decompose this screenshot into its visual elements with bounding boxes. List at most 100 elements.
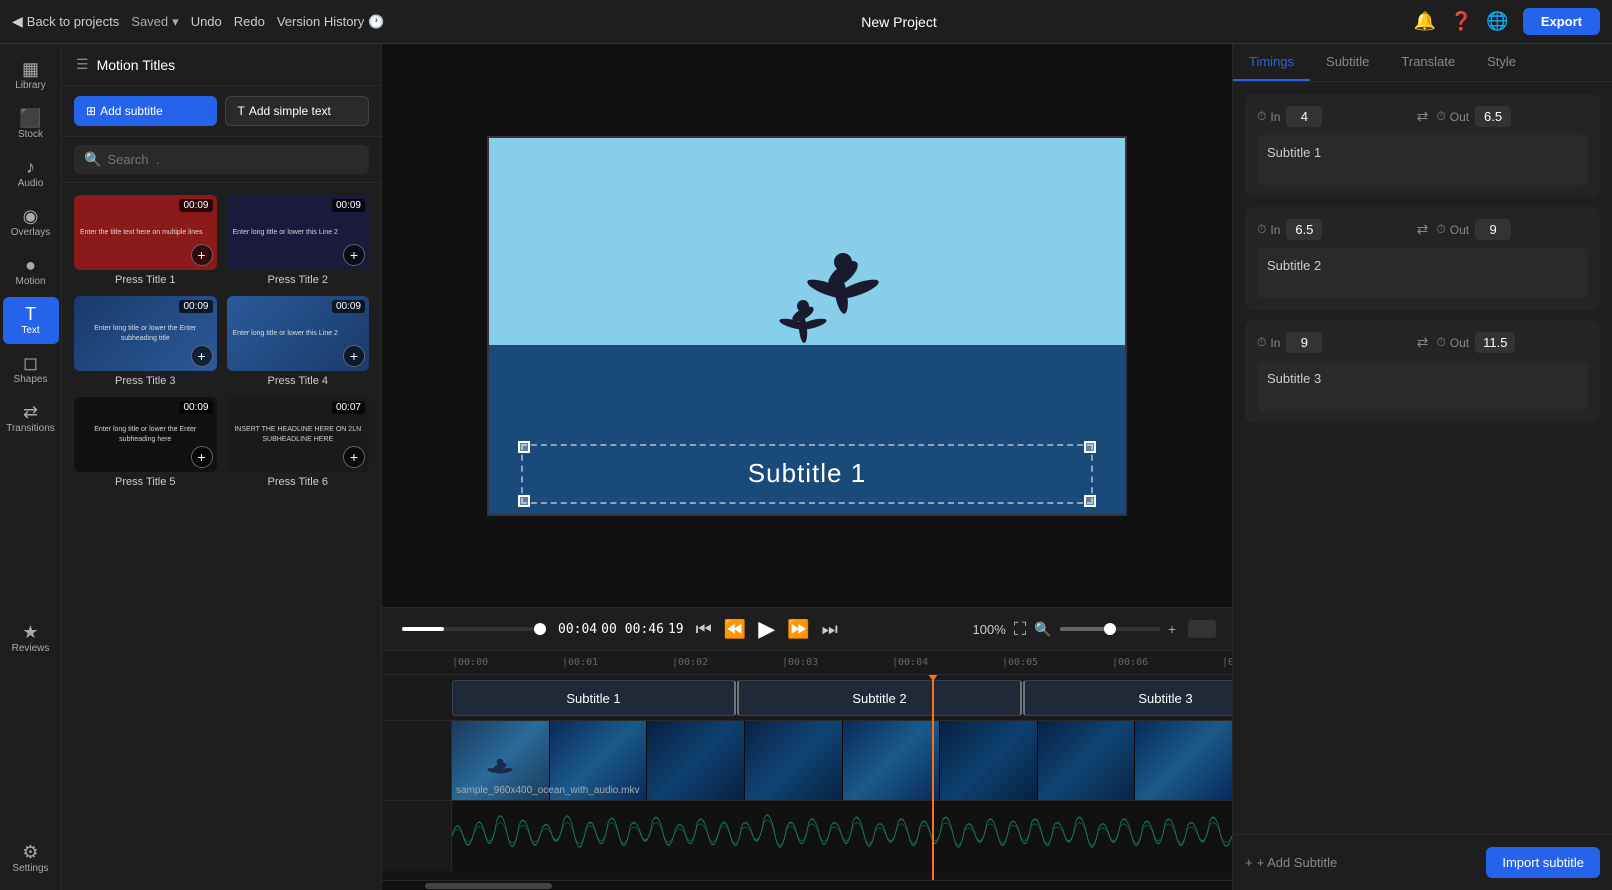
timing-out-value-2[interactable]: 9 [1475, 219, 1511, 240]
color-picker-preview[interactable] [1188, 620, 1216, 638]
sidebar-item-label: Library [15, 80, 46, 91]
fullscreen-button[interactable]: ⛶ [1014, 619, 1027, 640]
timing-in-label-3: ⏱ In [1257, 335, 1280, 350]
rewind-button[interactable]: ⏪ [724, 619, 746, 640]
sidebar-item-reviews[interactable]: ★ Reviews [3, 615, 59, 662]
sidebar-item-label: Audio [18, 178, 44, 189]
corner-handle-tr[interactable] [1084, 441, 1096, 453]
add-subtitle-link[interactable]: + + Add Subtitle [1245, 855, 1337, 870]
back-to-projects-button[interactable]: ◀ Back to projects [12, 13, 119, 30]
duration-badge-6: 00:07 [332, 401, 365, 414]
timing-out-value-1[interactable]: 6.5 [1475, 106, 1511, 127]
motion-titles-icon: ☰ [76, 56, 89, 73]
saved-label: Saved [131, 14, 168, 29]
template-add-button-4[interactable]: + [343, 345, 365, 367]
playhead-arrow [927, 675, 939, 681]
template-press-title-3[interactable]: Enter long title or lower the Enter subh… [74, 296, 217, 387]
timing-sync-button-2[interactable]: ⇄ [1417, 221, 1429, 238]
corner-handle-bl[interactable] [518, 495, 530, 507]
template-press-title-1[interactable]: Enter the title text here on multiple li… [74, 195, 217, 286]
sidebar-item-shapes[interactable]: ◻ Shapes [3, 346, 59, 393]
tab-style[interactable]: Style [1471, 44, 1532, 81]
add-subtitle-label: Add subtitle [100, 104, 163, 118]
subtitle-track: Subtitle 1 Subtitle 2 Subtitle 3 [382, 675, 1232, 721]
timing-sync-button-3[interactable]: ⇄ [1417, 334, 1429, 351]
fast-forward-button[interactable]: ⏩ [787, 619, 809, 640]
timing-in-value-1[interactable]: 4 [1286, 106, 1322, 127]
template-thumb-1: Enter the title text here on multiple li… [74, 195, 217, 270]
template-add-button-1[interactable]: + [191, 244, 213, 266]
sidebar-item-audio[interactable]: ♪ Audio [3, 150, 59, 197]
redo-button[interactable]: Redo [234, 14, 265, 29]
subtitle-text-box-1[interactable]: Subtitle 1 [1257, 135, 1588, 185]
sidebar-item-label: Motion [15, 276, 45, 287]
sidebar-item-overlays[interactable]: ◉ Overlays [3, 199, 59, 246]
template-press-title-6[interactable]: INSERT THE HEADLINE HERE ON 2LN SUBHEADL… [227, 397, 370, 488]
video-container: Subtitle 1 [382, 44, 1232, 607]
progress-bar[interactable] [402, 627, 542, 631]
sidebar-item-motion[interactable]: ● Motion [3, 248, 59, 295]
zoom-out-icon[interactable]: 🔍 [1034, 621, 1051, 638]
add-simple-text-button[interactable]: T Add simple text [225, 96, 370, 126]
play-pause-button[interactable]: ▶ [758, 616, 775, 642]
motion-icon: ● [25, 256, 36, 274]
timing-in-value-3[interactable]: 9 [1286, 332, 1322, 353]
saved-dropdown-icon[interactable]: ▾ [172, 14, 179, 30]
zoom-in-icon[interactable]: + [1168, 621, 1176, 637]
timeline: |00:00 |00:01 |00:02 |00:03 |00:04 |00:0… [382, 650, 1232, 890]
add-simple-text-icon: T [238, 104, 245, 118]
sidebar-item-settings[interactable]: ⚙ Settings [3, 835, 59, 882]
template-add-button-6[interactable]: + [343, 446, 365, 468]
notifications-icon[interactable]: 🔔 [1414, 11, 1436, 32]
tab-translate[interactable]: Translate [1385, 44, 1471, 81]
skip-to-start-button[interactable]: ⏮ [696, 619, 712, 640]
timing-out-value-3[interactable]: 11.5 [1475, 332, 1515, 353]
timeline-scrollbar-thumb[interactable] [425, 883, 553, 889]
search-input-wrap[interactable]: 🔍 [74, 145, 369, 174]
zoom-slider[interactable] [1060, 627, 1160, 631]
sidebar-item-label: Overlays [11, 227, 50, 238]
template-press-title-4[interactable]: Enter long title or lower this Line 2 00… [227, 296, 370, 387]
corner-handle-tl[interactable] [518, 441, 530, 453]
export-button[interactable]: Export [1523, 8, 1600, 35]
sidebar-item-stock[interactable]: ⬛ Stock [3, 101, 59, 148]
timing-in-out-3: ⏱ In 9 ⇄ ⏱ Out 11.5 [1257, 332, 1588, 353]
template-press-title-2[interactable]: Enter long title or lower this Line 2 00… [227, 195, 370, 286]
corner-handle-br[interactable] [1084, 495, 1096, 507]
template-press-title-5[interactable]: Enter long title or lower the Enter subh… [74, 397, 217, 488]
version-history-button[interactable]: Version History 🕐 [277, 14, 385, 30]
tab-subtitle[interactable]: Subtitle [1310, 44, 1385, 81]
timing-sync-button-1[interactable]: ⇄ [1417, 108, 1429, 125]
template-thumb-6: INSERT THE HEADLINE HERE ON 2LN SUBHEADL… [227, 397, 370, 472]
sidebar-item-library[interactable]: ▦ Library [3, 52, 59, 99]
panel-action-buttons: ⊞ Add subtitle T Add simple text [62, 86, 381, 137]
help-icon[interactable]: ❓ [1450, 11, 1472, 32]
audio-waveform [452, 801, 1232, 871]
import-subtitle-button[interactable]: Import subtitle [1486, 847, 1600, 878]
sidebar-item-text[interactable]: T Text [3, 297, 59, 344]
template-thumb-5: Enter long title or lower the Enter subh… [74, 397, 217, 472]
template-add-button-2[interactable]: + [343, 244, 365, 266]
subtitle-clip-3[interactable]: Subtitle 3 [1023, 680, 1232, 716]
sidebar-item-label: Transitions [6, 423, 55, 434]
sidebar-item-transitions[interactable]: ⇄ Transitions [3, 395, 59, 442]
subtitle-text-box-2[interactable]: Subtitle 2 [1257, 248, 1588, 298]
subtitle-clip-2[interactable]: Subtitle 2 [737, 680, 1022, 716]
ruler-mark-6: |00:06 [1112, 657, 1222, 668]
right-panel: Timings Subtitle Translate Style ⏱ In 4 … [1232, 44, 1612, 890]
subtitle-text-box-3[interactable]: Subtitle 3 [1257, 361, 1588, 411]
template-add-button-5[interactable]: + [191, 446, 213, 468]
skip-to-end-button[interactable]: ⏭ [822, 619, 838, 640]
timeline-ruler: |00:00 |00:01 |00:02 |00:03 |00:04 |00:0… [382, 651, 1232, 675]
timeline-scrollbar[interactable] [382, 880, 1232, 890]
progress-fill [402, 627, 444, 631]
undo-button[interactable]: Undo [191, 14, 222, 29]
timing-row-2: ⏱ In 6.5 ⇄ ⏱ Out 9 Subtitle 2 [1245, 207, 1600, 310]
add-subtitle-button[interactable]: ⊞ Add subtitle [74, 96, 217, 126]
language-icon[interactable]: 🌐 [1486, 11, 1508, 32]
timing-in-value-2[interactable]: 6.5 [1286, 219, 1322, 240]
tab-timings[interactable]: Timings [1233, 44, 1310, 81]
subtitle-clip-1[interactable]: Subtitle 1 [452, 680, 736, 716]
search-input[interactable] [107, 152, 359, 167]
template-add-button-3[interactable]: + [191, 345, 213, 367]
